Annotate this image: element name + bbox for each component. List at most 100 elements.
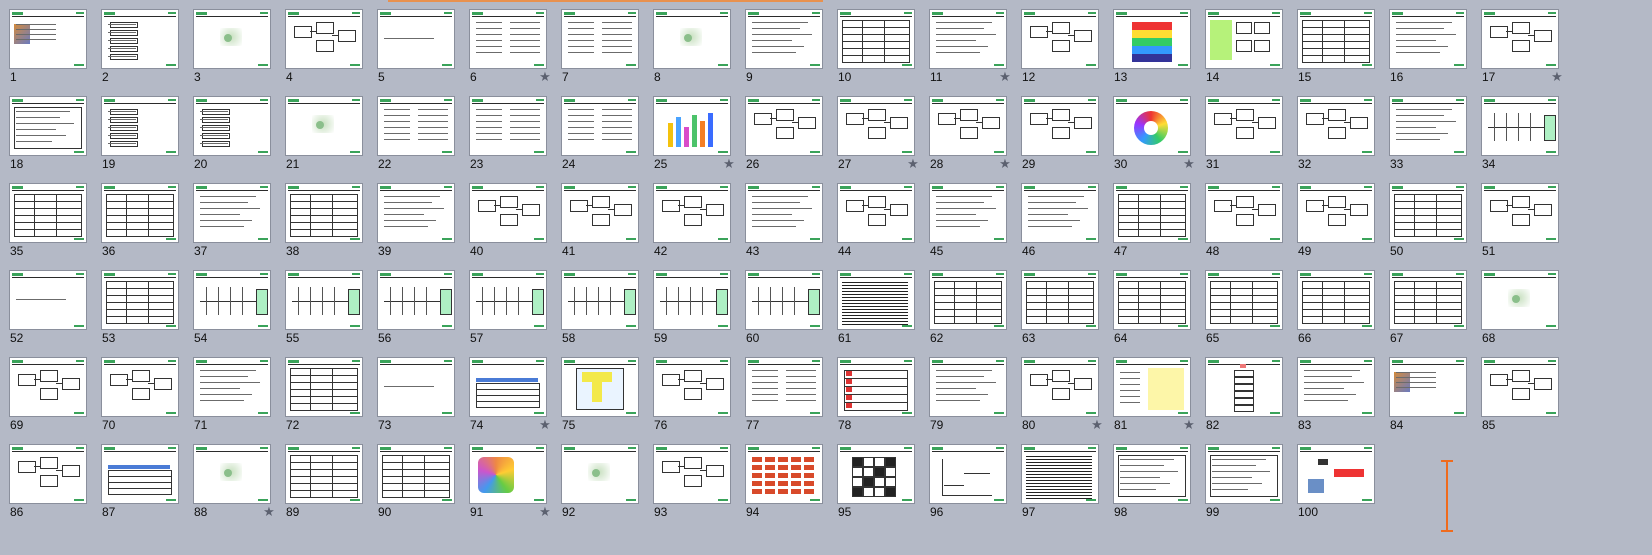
slide-thumbnail-cell[interactable]: 83 bbox=[1288, 348, 1380, 434]
slide-transition-star-icon[interactable]: ★ bbox=[538, 505, 552, 519]
slide-thumbnail[interactable] bbox=[470, 184, 546, 242]
slide-thumbnail-cell[interactable]: 87 bbox=[92, 435, 184, 521]
slide-thumbnail-cell[interactable]: 76 bbox=[644, 348, 736, 434]
slide-thumbnail-cell[interactable]: 53 bbox=[92, 261, 184, 347]
slide-thumbnail-cell[interactable]: 46 bbox=[1012, 174, 1104, 260]
slide-thumbnail-cell[interactable]: 65 bbox=[1196, 261, 1288, 347]
slide-thumbnail-cell[interactable]: 35 bbox=[0, 174, 92, 260]
slide-thumbnail[interactable] bbox=[470, 97, 546, 155]
slide-thumbnail[interactable] bbox=[746, 445, 822, 503]
slide-thumbnail[interactable] bbox=[562, 358, 638, 416]
slide-thumbnail[interactable] bbox=[470, 271, 546, 329]
slide-thumbnail-cell[interactable]: 55 bbox=[276, 261, 368, 347]
slide-thumbnail[interactable] bbox=[1206, 10, 1282, 68]
slide-thumbnail-cell[interactable]: 67 bbox=[1380, 261, 1472, 347]
slide-thumbnail[interactable] bbox=[1022, 97, 1098, 155]
slide-thumbnail-cell[interactable]: 64 bbox=[1104, 261, 1196, 347]
slide-thumbnail[interactable] bbox=[654, 184, 730, 242]
slide-thumbnail[interactable] bbox=[378, 10, 454, 68]
slide-thumbnail[interactable] bbox=[1206, 358, 1282, 416]
slide-thumbnail[interactable] bbox=[654, 97, 730, 155]
slide-thumbnail[interactable] bbox=[562, 271, 638, 329]
slide-thumbnail-cell[interactable]: 79 bbox=[920, 348, 1012, 434]
slide-thumbnail-cell[interactable]: 5 bbox=[368, 0, 460, 86]
slide-thumbnail[interactable] bbox=[194, 97, 270, 155]
slide-thumbnail[interactable] bbox=[194, 10, 270, 68]
slide-thumbnail[interactable] bbox=[286, 271, 362, 329]
slide-thumbnail-cell[interactable]: 60 bbox=[736, 261, 828, 347]
slide-thumbnail-cell[interactable]: 51 bbox=[1472, 174, 1564, 260]
slide-thumbnail[interactable] bbox=[1390, 97, 1466, 155]
slide-thumbnail[interactable] bbox=[1206, 445, 1282, 503]
slide-thumbnail[interactable] bbox=[746, 10, 822, 68]
slide-thumbnail[interactable] bbox=[1390, 358, 1466, 416]
slide-thumbnail-cell[interactable]: 13 bbox=[1104, 0, 1196, 86]
slide-thumbnail-cell[interactable]: 99 bbox=[1196, 435, 1288, 521]
slide-thumbnail-cell[interactable]: 29 bbox=[1012, 87, 1104, 173]
slide-thumbnail-cell[interactable]: 4 bbox=[276, 0, 368, 86]
slide-thumbnail[interactable] bbox=[930, 358, 1006, 416]
slide-thumbnail-cell[interactable]: 2 bbox=[92, 0, 184, 86]
slide-thumbnail[interactable] bbox=[470, 10, 546, 68]
slide-thumbnail[interactable] bbox=[194, 358, 270, 416]
slide-thumbnail-cell[interactable]: 57 bbox=[460, 261, 552, 347]
slide-thumbnail-cell[interactable]: 9 bbox=[736, 0, 828, 86]
slide-thumbnail-cell[interactable]: 49 bbox=[1288, 174, 1380, 260]
slide-transition-star-icon[interactable]: ★ bbox=[722, 157, 736, 171]
slide-thumbnail-cell[interactable]: 86 bbox=[0, 435, 92, 521]
slide-thumbnail[interactable] bbox=[930, 97, 1006, 155]
slide-thumbnail-cell[interactable]: 30 ★ bbox=[1104, 87, 1196, 173]
slide-thumbnail-cell[interactable]: 19 bbox=[92, 87, 184, 173]
slide-thumbnail-cell[interactable]: 90 bbox=[368, 435, 460, 521]
slide-thumbnail-cell[interactable]: 33 bbox=[1380, 87, 1472, 173]
slide-transition-star-icon[interactable]: ★ bbox=[1182, 418, 1196, 432]
slide-thumbnail-cell[interactable]: 32 bbox=[1288, 87, 1380, 173]
slide-thumbnail[interactable] bbox=[102, 184, 178, 242]
slide-thumbnail-cell[interactable]: 69 bbox=[0, 348, 92, 434]
slide-thumbnail-cell[interactable]: 85 bbox=[1472, 348, 1564, 434]
slide-thumbnail[interactable] bbox=[1482, 10, 1558, 68]
slide-thumbnail[interactable] bbox=[1390, 184, 1466, 242]
slide-thumbnail-cell[interactable]: 78 bbox=[828, 348, 920, 434]
slide-thumbnail-cell[interactable]: 18 bbox=[0, 87, 92, 173]
slide-thumbnail[interactable] bbox=[930, 445, 1006, 503]
slide-thumbnail-cell[interactable]: 92 bbox=[552, 435, 644, 521]
slide-thumbnail-cell[interactable]: 40 bbox=[460, 174, 552, 260]
slide-thumbnail[interactable] bbox=[1298, 184, 1374, 242]
slide-thumbnail[interactable] bbox=[286, 184, 362, 242]
slide-thumbnail[interactable] bbox=[1114, 184, 1190, 242]
slide-thumbnail-cell[interactable]: 43 bbox=[736, 174, 828, 260]
slide-thumbnail[interactable] bbox=[1022, 184, 1098, 242]
slide-thumbnail-cell[interactable]: 15 bbox=[1288, 0, 1380, 86]
slide-thumbnail[interactable] bbox=[838, 97, 914, 155]
slide-thumbnail-cell[interactable]: 44 bbox=[828, 174, 920, 260]
slide-thumbnail-cell[interactable]: 75 bbox=[552, 348, 644, 434]
slide-thumbnail-cell[interactable]: 10 bbox=[828, 0, 920, 86]
slide-thumbnail-cell[interactable]: 6 ★ bbox=[460, 0, 552, 86]
slide-thumbnail[interactable] bbox=[10, 271, 86, 329]
slide-thumbnail-cell[interactable]: 42 bbox=[644, 174, 736, 260]
slide-thumbnail[interactable] bbox=[654, 10, 730, 68]
slide-thumbnail[interactable] bbox=[1206, 184, 1282, 242]
slide-thumbnail[interactable] bbox=[102, 358, 178, 416]
slide-thumbnail[interactable] bbox=[562, 10, 638, 68]
slide-thumbnail-cell[interactable]: 68 bbox=[1472, 261, 1564, 347]
slide-thumbnail[interactable] bbox=[1206, 97, 1282, 155]
slide-thumbnail[interactable] bbox=[1022, 271, 1098, 329]
slide-thumbnail[interactable] bbox=[1298, 97, 1374, 155]
slide-thumbnail[interactable] bbox=[654, 271, 730, 329]
slide-thumbnail[interactable] bbox=[286, 10, 362, 68]
slide-transition-star-icon[interactable]: ★ bbox=[998, 157, 1012, 171]
slide-thumbnail-cell[interactable]: 22 bbox=[368, 87, 460, 173]
slide-thumbnail-cell[interactable]: 89 bbox=[276, 435, 368, 521]
slide-thumbnail[interactable] bbox=[378, 97, 454, 155]
slide-thumbnail-cell[interactable]: 16 bbox=[1380, 0, 1472, 86]
slide-thumbnail-cell[interactable]: 52 bbox=[0, 261, 92, 347]
slide-transition-star-icon[interactable]: ★ bbox=[262, 505, 276, 519]
slide-thumbnail-cell[interactable]: 63 bbox=[1012, 261, 1104, 347]
slide-thumbnail-cell[interactable]: 71 bbox=[184, 348, 276, 434]
slide-transition-star-icon[interactable]: ★ bbox=[1090, 418, 1104, 432]
slide-thumbnail-cell[interactable]: 84 bbox=[1380, 348, 1472, 434]
slide-thumbnail[interactable] bbox=[1022, 358, 1098, 416]
slide-thumbnail[interactable] bbox=[838, 358, 914, 416]
